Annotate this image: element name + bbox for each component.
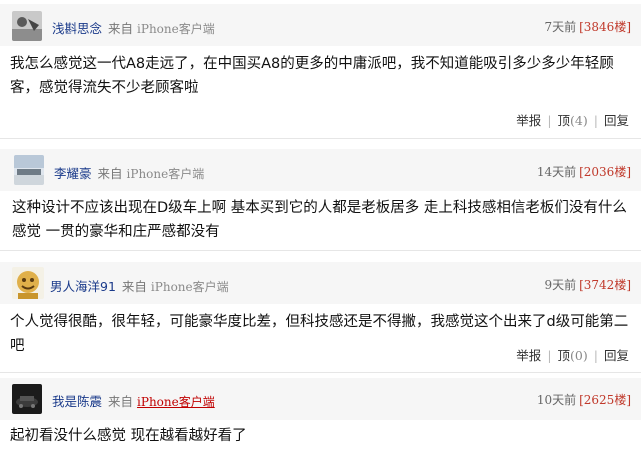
comment-text: 这种设计不应该出现在D级车上啊 基本买到它的人都是老板居多 走上科技感相信老板们…: [12, 200, 627, 240]
post-time: 7天前: [544, 20, 577, 34]
report-link[interactable]: 举报: [516, 348, 541, 363]
user-avatar[interactable]: [12, 384, 42, 414]
client-label: iPhone客户端: [137, 22, 215, 36]
username[interactable]: 我是陈震: [52, 394, 102, 409]
comment-header: 男人海洋91 来自 iPhone客户端 9天前 [3742楼]: [0, 262, 641, 304]
floor-number: [3846楼]: [579, 20, 631, 34]
from-label: 来自: [108, 394, 134, 409]
comment-text: 我怎么感觉这一代A8走远了，在中国买A8的更多的中庸派吧，我不知道能吸引多少多少…: [10, 56, 614, 96]
report-link[interactable]: 举报: [516, 113, 541, 128]
like-count: (0): [570, 348, 588, 363]
like-link[interactable]: 顶(0): [558, 348, 588, 363]
user-avatar[interactable]: [14, 155, 44, 185]
post-time: 14天前: [536, 165, 577, 179]
comment-header: 我是陈震 来自 iPhone客户端 10天前 [2625楼]: [0, 378, 641, 420]
comment-header: 浅斟思念 来自 iPhone客户端 7天前 [3846楼]: [0, 4, 641, 46]
separator: |: [593, 113, 598, 128]
reply-link[interactable]: 回复: [604, 348, 629, 363]
from-label: 来自: [97, 166, 123, 181]
username[interactable]: 男人海洋91: [50, 279, 116, 294]
post-time: 9天前: [544, 278, 577, 292]
client-label: iPhone客户端: [126, 167, 205, 181]
client-label: iPhone客户端: [150, 280, 229, 294]
floor-number: [2036楼]: [579, 165, 631, 179]
post-time: 10天前: [536, 393, 577, 407]
separator: |: [593, 348, 598, 363]
comment-actions: 举报 | 顶(4) | 回复: [516, 110, 629, 129]
separator: |: [547, 348, 552, 363]
username[interactable]: 浅斟思念: [52, 21, 102, 36]
separator: |: [547, 113, 552, 128]
reply-link[interactable]: 回复: [604, 113, 629, 128]
comment-actions: 举报 | 顶(0) | 回复: [516, 345, 629, 364]
user-avatar[interactable]: [12, 11, 42, 41]
comment-divider: [0, 138, 641, 139]
comment-header: 李耀豪 来自 iPhone客户端 14天前 [2036楼]: [0, 149, 641, 191]
like-link[interactable]: 顶(4): [558, 113, 588, 128]
floor-number: [3742楼]: [579, 278, 631, 292]
comment-divider: [0, 250, 641, 251]
username[interactable]: 李耀豪: [54, 166, 92, 181]
from-label: 来自: [121, 279, 147, 294]
comment-text: 起初看没什么感觉 现在越看越好看了: [10, 428, 247, 444]
floor-number: [2625楼]: [579, 393, 631, 407]
comment-divider: [0, 372, 641, 373]
user-avatar[interactable]: [12, 267, 44, 299]
like-count: (4): [570, 113, 588, 128]
from-label: 来自: [108, 21, 134, 36]
client-link[interactable]: iPhone客户端: [137, 395, 215, 409]
